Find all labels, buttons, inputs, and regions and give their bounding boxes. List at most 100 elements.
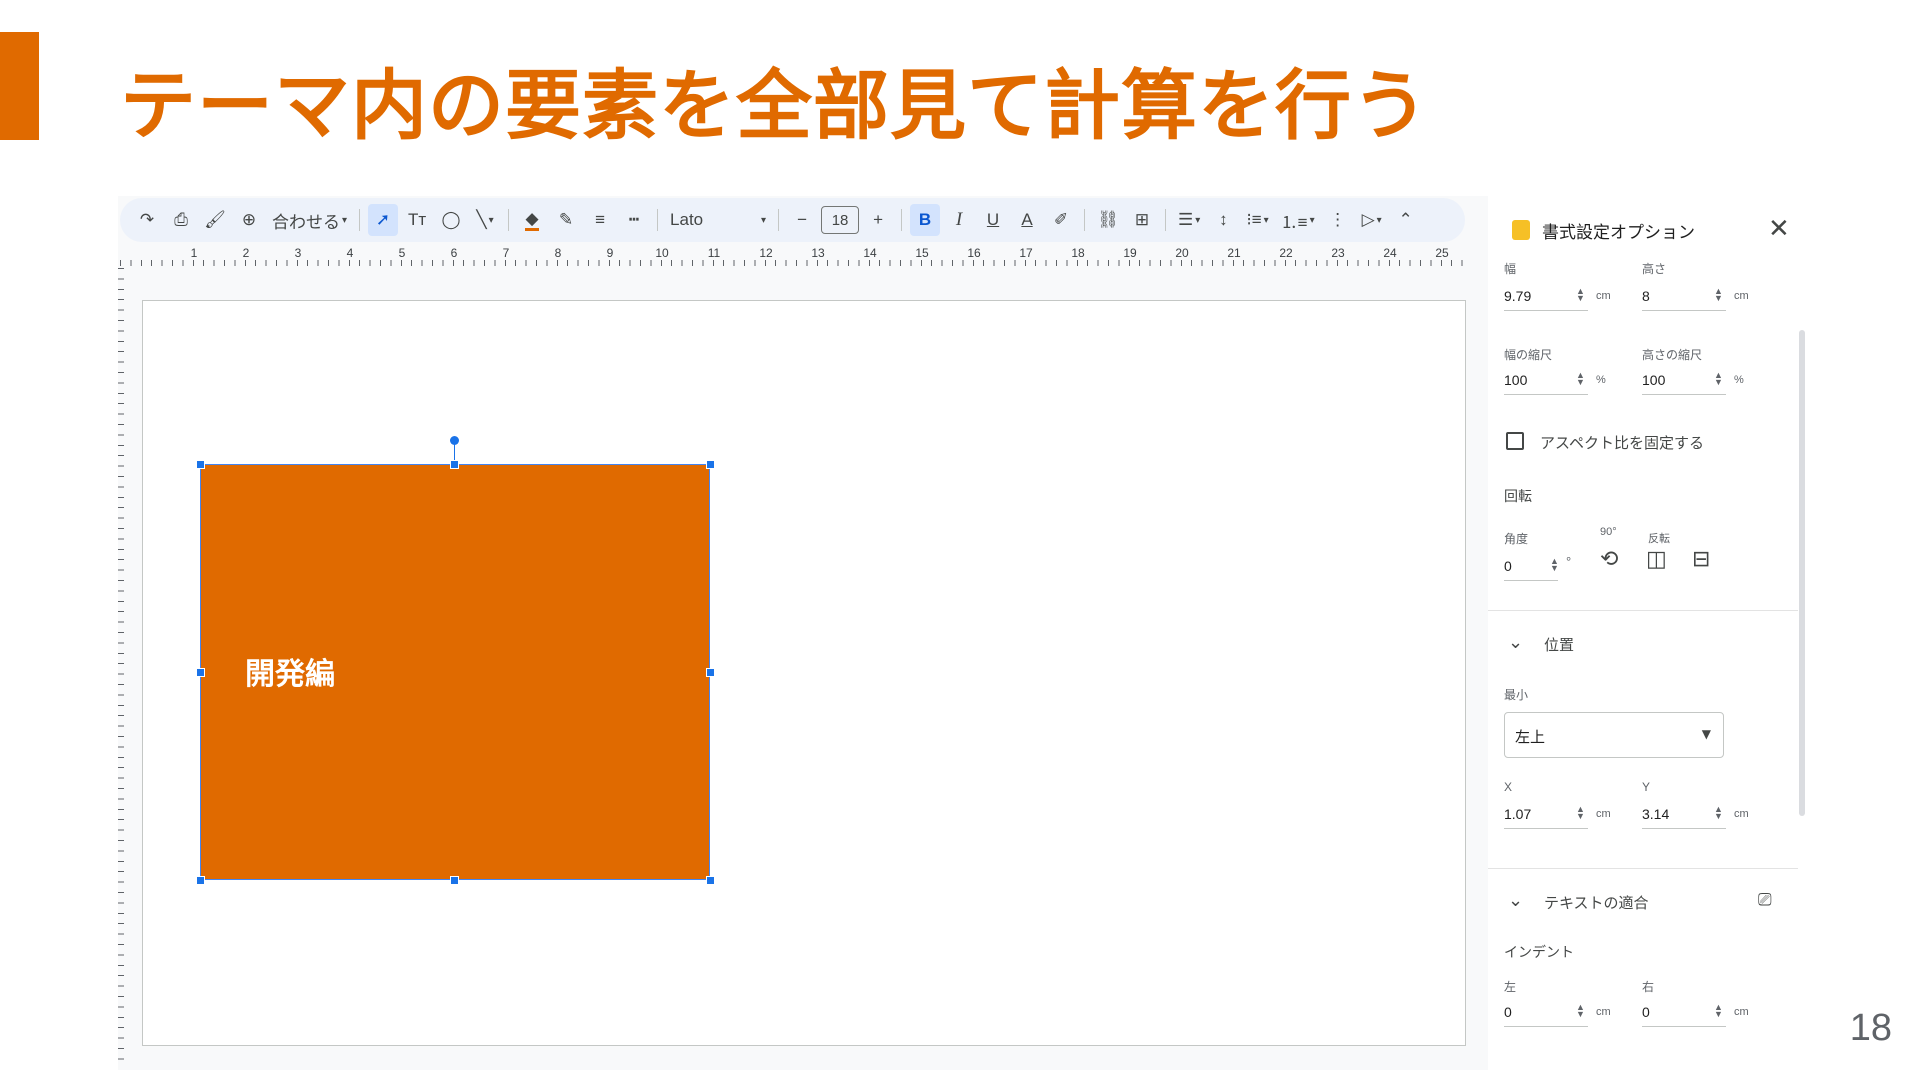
bulleted-list-icon[interactable]: ⁝≡ ▾ [1242,204,1272,236]
height-field[interactable]: 8 [1642,288,1650,304]
origin-select[interactable]: 左上 ▼ [1504,712,1724,758]
height-stepper[interactable]: ▲ ▼ [1714,287,1723,303]
x-field[interactable]: 1.07 [1504,806,1531,822]
font-select[interactable]: Lato ▾ [666,204,770,236]
pencil-icon[interactable]: ✎ [551,204,581,236]
border-dash-icon[interactable]: ┅ [619,204,649,236]
indent-right-field[interactable]: 0 [1642,1004,1650,1020]
vertical-ruler[interactable] [118,268,124,1068]
close-icon[interactable]: ✕ [1768,214,1790,244]
font-size-input[interactable]: 18 [821,206,860,234]
ruler-mark: 19 [1123,246,1137,260]
zoom-icon[interactable]: ⊕ [234,204,264,236]
y-stepper[interactable]: ▲ ▼ [1714,805,1723,821]
height-scale-unit: % [1734,374,1744,386]
indent-left-stepper[interactable]: ▲ ▼ [1576,1003,1585,1019]
increase-font-size-button[interactable]: + [863,204,893,236]
x-underline [1504,828,1588,829]
add-comment-icon[interactable]: ⊞ [1127,204,1157,236]
chevron-down-icon[interactable]: ⌄ [1508,632,1523,653]
indent-right-stepper[interactable]: ▲ ▼ [1714,1003,1723,1019]
feedback-icon[interactable]: ⎚ [1758,890,1772,910]
panel-title: 書式設定オプション [1542,223,1695,242]
border-weight-icon[interactable]: ≡ [585,204,615,236]
height-scale-stepper[interactable]: ▲ ▼ [1714,371,1723,387]
ruler-mark: 17 [1019,246,1033,260]
width-field[interactable]: 9.79 [1504,288,1531,304]
resize-handle-sw[interactable] [196,876,205,885]
lock-aspect-label[interactable]: アスペクト比を固定する [1540,432,1704,453]
font-name: Lato [670,210,704,229]
resize-handle-ne[interactable] [706,460,715,469]
line-icon[interactable]: ╲ ▾ [470,204,500,236]
shape-text[interactable]: 開発編 [245,649,335,693]
slide-canvas[interactable]: 開発編 [142,300,1466,1046]
more-vert-icon[interactable]: ⋮ [1323,204,1353,236]
resize-handle-e[interactable] [706,668,715,677]
indent-left-underline [1504,1026,1588,1027]
resize-handle-w[interactable] [196,668,205,677]
page-number: 18 [1849,1007,1892,1049]
print-icon[interactable]: ⎙ [166,204,196,236]
text-fit-heading[interactable]: テキストの適合 [1544,892,1649,913]
flip-vertical-icon[interactable]: ⊟ [1692,546,1710,572]
zoom-select[interactable]: 合わせる ▾ [268,204,351,236]
resize-handle-nw[interactable] [196,460,205,469]
ruler-mark: 20 [1175,246,1189,260]
indent-right-label: 右 [1642,980,1655,994]
ruler-mark: 5 [398,246,406,260]
align-left-icon[interactable]: ☰ ▾ [1174,204,1204,236]
ruler-mark: 9 [606,246,614,260]
lock-aspect-checkbox[interactable] [1506,432,1524,450]
pen-icon[interactable]: ▷ ▾ [1357,204,1387,236]
position-heading[interactable]: 位置 [1544,634,1574,655]
ruler-mark: 3 [294,246,302,260]
width-scale-field[interactable]: 100 [1504,372,1527,388]
cursor-icon[interactable]: ➚ [368,204,399,236]
resize-handle-se[interactable] [706,876,715,885]
underline-button[interactable]: U [978,204,1008,236]
decrease-font-size-button[interactable]: − [787,204,817,236]
resize-handle-s[interactable] [450,876,459,885]
redo-icon[interactable]: ↷ [132,204,162,236]
width-stepper[interactable]: ▲ ▼ [1576,287,1585,303]
horizontal-ruler[interactable]: 1 2 3 4 5 6 7 8 9 10 11 12 13 14 15 16 17 18 19 20 21 22 23 24 2… [120,246,1465,268]
shapes-icon[interactable]: ◯ [436,204,466,236]
angle-field[interactable]: 0 [1504,558,1512,574]
width-unit: cm [1596,290,1611,302]
ruler-mark: 13 [811,246,825,260]
x-stepper[interactable]: ▲ ▼ [1576,805,1585,821]
text-color-button[interactable]: A [1012,204,1042,236]
angle-label: 角度 [1504,532,1529,546]
link-icon[interactable]: ⛓ [1093,204,1123,236]
bold-button[interactable]: B [910,204,941,236]
ruler-mark: 25 [1435,246,1449,260]
rotate-90-icon[interactable]: ⟲ [1600,546,1618,572]
chevron-down-icon[interactable]: ⌄ [1508,890,1523,911]
title-accent-bar [0,32,39,140]
ruler-mark: 18 [1071,246,1085,260]
y-field[interactable]: 3.14 [1642,806,1669,822]
indent-left-field[interactable]: 0 [1504,1004,1512,1020]
angle-stepper[interactable]: ▲ ▼ [1550,557,1559,573]
numbered-list-icon[interactable]: ⒈≡ ▾ [1277,204,1319,236]
resize-handle-n[interactable] [450,460,459,469]
toolbar-divider [1165,209,1167,231]
height-scale-field[interactable]: 100 [1642,372,1665,388]
highlighter-icon[interactable]: ✐ [1046,204,1076,236]
selected-shape[interactable]: 開発編 [200,464,710,880]
ruler-mark: 7 [502,246,510,260]
panel-scrollbar[interactable] [1799,330,1805,816]
fill-color-icon[interactable]: ◆ [517,204,547,236]
y-unit: cm [1734,808,1749,820]
italic-button[interactable]: I [944,204,974,236]
line-spacing-icon[interactable]: ↕ [1208,204,1238,236]
paint-format-icon[interactable]: 🖌 [200,204,230,236]
textbox-button[interactable]: Tт [402,204,432,236]
section-divider [1488,868,1798,869]
rotation-handle[interactable] [450,436,459,445]
caret-down-icon: ▼ [1701,727,1711,741]
chevron-up-icon[interactable]: ⌃ [1391,204,1421,236]
flip-horizontal-icon[interactable]: ◫ [1646,546,1667,572]
width-scale-stepper[interactable]: ▲ ▼ [1576,371,1585,387]
